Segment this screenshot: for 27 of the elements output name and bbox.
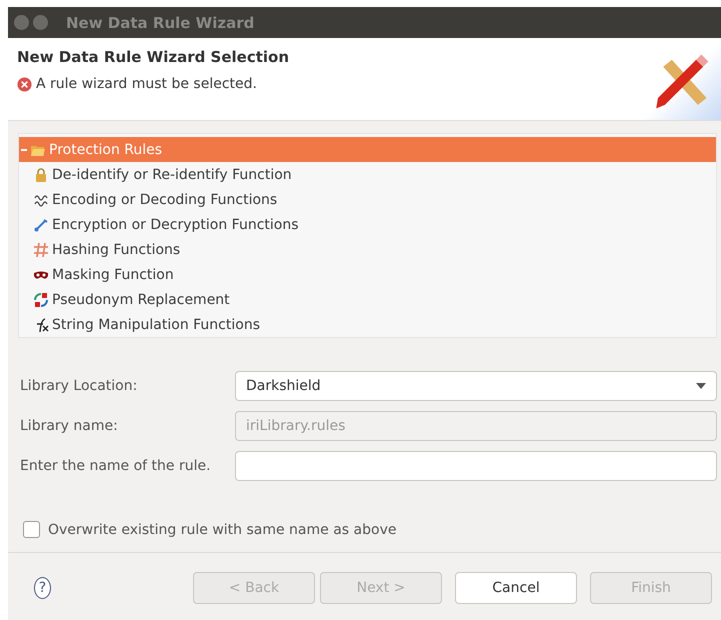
padlock-icon [33,166,49,182]
tree-item[interactable]: Encryption or Decryption Functions [19,212,716,237]
page-title: New Data Rule Wizard Selection [17,48,290,66]
wizard-button[interactable]: Cancel [455,572,577,604]
field-label: Enter the name of the rule. [20,458,212,474]
checkbox-label: Overwrite existing rule with same name as above [48,522,396,538]
field-label: Library name: [20,418,119,434]
minimize-icon[interactable] [33,15,48,30]
checkbox[interactable] [23,521,40,538]
error-message: A rule wizard must be selected. [36,76,257,92]
key-icon [33,216,49,232]
error-icon [17,76,32,92]
input-field[interactable] [235,451,717,481]
help-button[interactable]: ? [34,577,51,599]
window-title: New Data Rule Wizard [66,14,254,32]
hash-icon [33,242,49,258]
caret-icon [696,383,706,389]
tree-item[interactable]: Encoding or Decoding Functions [19,187,716,212]
tree-item[interactable]: De-identify or Re-identify Function [19,162,716,187]
location-dropdown[interactable]: Darkshield [235,371,717,401]
field-label: Library Location: [20,378,138,394]
tree-item[interactable]: Masking Function [19,262,716,287]
tree-item[interactable]: Hashing Functions [19,237,716,262]
close-icon[interactable] [14,15,29,30]
swap-icon [33,292,49,308]
tree-item[interactable]: Pseudonym Replacement [19,287,716,312]
tree-item[interactable]: String Manipulation Functions [19,312,716,337]
